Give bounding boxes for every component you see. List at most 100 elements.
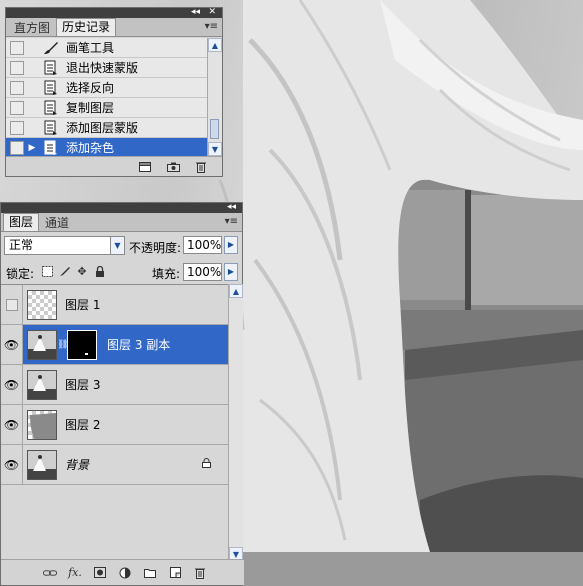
layer-row-selected[interactable]: 👁 ⛓ 图层 3 副本 — [1, 325, 228, 365]
history-panel: ◂◂ ✕ 直方图 历史记录 ▾≡ 画笔工具 退出快速蒙版 选择反向 复制图层 添… — [5, 7, 223, 177]
layer-row[interactable]: 👁 背景 — [1, 445, 228, 485]
add-mask-icon[interactable] — [93, 567, 107, 579]
layer-list: 图层 1 👁 ⛓ 图层 3 副本 👁 图层 3 👁 图层 2 👁 背景 — [1, 284, 228, 561]
layers-scrollbar[interactable]: ▲ ▼ — [228, 284, 243, 561]
visibility-toggle[interactable] — [1, 285, 23, 324]
eye-icon[interactable]: 👁 — [1, 365, 23, 404]
history-source-checkbox[interactable] — [10, 40, 24, 55]
lock-label: 锁定: — [6, 267, 35, 281]
layer-thumbnail — [27, 289, 57, 320]
history-step-label: 退出快速蒙版 — [66, 61, 139, 75]
panel-menu-icon[interactable]: ▾≡ — [225, 216, 238, 227]
history-source-checkbox[interactable] — [10, 120, 24, 135]
eye-icon[interactable]: 👁 — [1, 445, 23, 484]
layers-panel-footer: fx. — [1, 559, 244, 585]
mask-link-icon[interactable]: ⛓ — [57, 340, 68, 350]
eye-icon[interactable]: 👁 — [1, 325, 23, 364]
scroll-up-arrow-icon[interactable]: ▲ — [208, 38, 222, 52]
opacity-label: 不透明度: — [129, 241, 182, 255]
fill-input[interactable]: 100% — [183, 263, 222, 281]
history-step-icon — [42, 140, 60, 156]
layer-row[interactable]: 👁 图层 3 — [1, 365, 228, 405]
layer-style-fx-icon[interactable]: fx. — [68, 566, 82, 579]
layer-mask-thumbnail[interactable] — [67, 329, 97, 360]
blend-mode-value: 正常 — [9, 238, 34, 252]
new-group-icon[interactable] — [143, 567, 157, 579]
opacity-input[interactable]: 100% — [183, 236, 222, 254]
history-panel-titlebar[interactable]: ◂◂ ✕ — [6, 7, 222, 18]
layer-name[interactable]: 图层 1 — [65, 296, 100, 313]
fill-label: 填充: — [152, 267, 181, 281]
history-step-label: 添加杂色 — [66, 141, 115, 155]
history-panel-tabs: 直方图 历史记录 ▾≡ — [6, 18, 222, 37]
snapshot-camera-icon[interactable] — [166, 161, 180, 173]
history-step-icon — [42, 120, 60, 136]
layer-thumbnail — [27, 449, 57, 480]
new-document-from-state-icon[interactable] — [138, 161, 152, 173]
history-step-icon — [42, 100, 60, 116]
chevron-down-icon[interactable]: ▼ — [110, 237, 124, 254]
layer-row[interactable]: 👁 图层 2 — [1, 405, 228, 445]
link-layers-icon[interactable] — [43, 567, 57, 579]
delete-layer-icon[interactable] — [193, 567, 207, 579]
brush-icon — [42, 40, 60, 56]
history-source-checkbox[interactable] — [10, 100, 24, 115]
tab-layers[interactable]: 图层 — [3, 213, 40, 231]
history-source-checkbox[interactable] — [10, 80, 24, 95]
adjustment-layer-icon[interactable] — [118, 567, 132, 579]
tab-histogram[interactable]: 直方图 — [8, 19, 56, 36]
lock-fill-row: 锁定: ✥ 填充: 100% ▶ — [1, 259, 244, 285]
layer-thumbnail — [27, 409, 57, 440]
history-panel-footer — [6, 156, 222, 176]
close-icon[interactable]: ✕ — [208, 7, 216, 18]
lock-move-icon[interactable]: ✥ — [76, 266, 88, 278]
layer-name[interactable]: 图层 3 副本 — [107, 336, 170, 353]
eye-icon[interactable]: 👁 — [1, 405, 23, 444]
layer-name[interactable]: 图层 3 — [65, 376, 100, 393]
lock-all-icon[interactable] — [94, 265, 106, 278]
tab-history[interactable]: 历史记录 — [56, 18, 117, 36]
lock-icon — [202, 458, 211, 471]
lock-transparent-icon[interactable] — [41, 266, 53, 278]
scroll-down-arrow-icon[interactable]: ▼ — [208, 142, 222, 156]
history-step-icon — [42, 60, 60, 76]
layer-thumbnail — [27, 369, 57, 400]
layer-thumbnail — [27, 329, 57, 360]
blend-opacity-row: 正常 ▼ 不透明度: 100% ▶ — [1, 233, 244, 259]
history-step-current[interactable]: ▶ 添加杂色 — [6, 138, 207, 156]
trash-icon[interactable] — [194, 161, 208, 173]
layer-name[interactable]: 背景 — [65, 456, 89, 473]
panel-menu-icon[interactable]: ▾≡ — [205, 21, 218, 32]
layer-row[interactable]: 图层 1 — [1, 285, 228, 325]
layers-panel-tabs: 图层 通道 ▾≡ — [1, 213, 242, 232]
new-layer-icon[interactable] — [168, 567, 182, 579]
history-step-label: 添加图层蒙版 — [66, 121, 139, 135]
canvas-bottom-edge — [243, 552, 583, 586]
collapse-icon[interactable]: ◂◂ — [227, 202, 236, 213]
history-step-label: 复制图层 — [66, 101, 115, 115]
history-step[interactable]: 退出快速蒙版 — [6, 58, 207, 78]
collapse-icon[interactable]: ◂◂ — [191, 7, 200, 18]
blend-mode-select[interactable]: 正常 ▼ — [4, 236, 125, 255]
history-step[interactable]: 添加图层蒙版 — [6, 118, 207, 138]
opacity-slider-arrow-icon[interactable]: ▶ — [224, 236, 238, 254]
layers-panel: ◂◂ 图层 通道 ▾≡ 正常 ▼ 不透明度: 100% ▶ 锁定: ✥ 填充: … — [0, 202, 244, 586]
layer-name[interactable]: 图层 2 — [65, 416, 100, 433]
history-source-checkbox[interactable] — [10, 60, 24, 75]
history-step[interactable]: 选择反向 — [6, 78, 207, 98]
history-scrollbar[interactable]: ▲ ▼ — [207, 38, 222, 156]
history-state-arrow-icon: ▶ — [28, 142, 36, 153]
history-step-label: 画笔工具 — [66, 41, 115, 55]
history-step[interactable]: 画笔工具 — [6, 38, 207, 58]
history-source-checkbox[interactable] — [10, 140, 24, 155]
history-step[interactable]: 复制图层 — [6, 98, 207, 118]
lock-paint-icon[interactable] — [59, 266, 71, 278]
tab-channels[interactable]: 通道 — [39, 214, 75, 231]
layers-panel-titlebar[interactable]: ◂◂ — [1, 202, 242, 213]
history-list: 画笔工具 退出快速蒙版 选择反向 复制图层 添加图层蒙版 ▶ 添加杂色 — [6, 38, 207, 156]
history-step-icon — [42, 80, 60, 96]
hidden-box — [5, 298, 18, 311]
scroll-up-arrow-icon[interactable]: ▲ — [229, 284, 243, 298]
fill-slider-arrow-icon[interactable]: ▶ — [224, 263, 238, 281]
scroll-thumb[interactable] — [210, 119, 219, 139]
